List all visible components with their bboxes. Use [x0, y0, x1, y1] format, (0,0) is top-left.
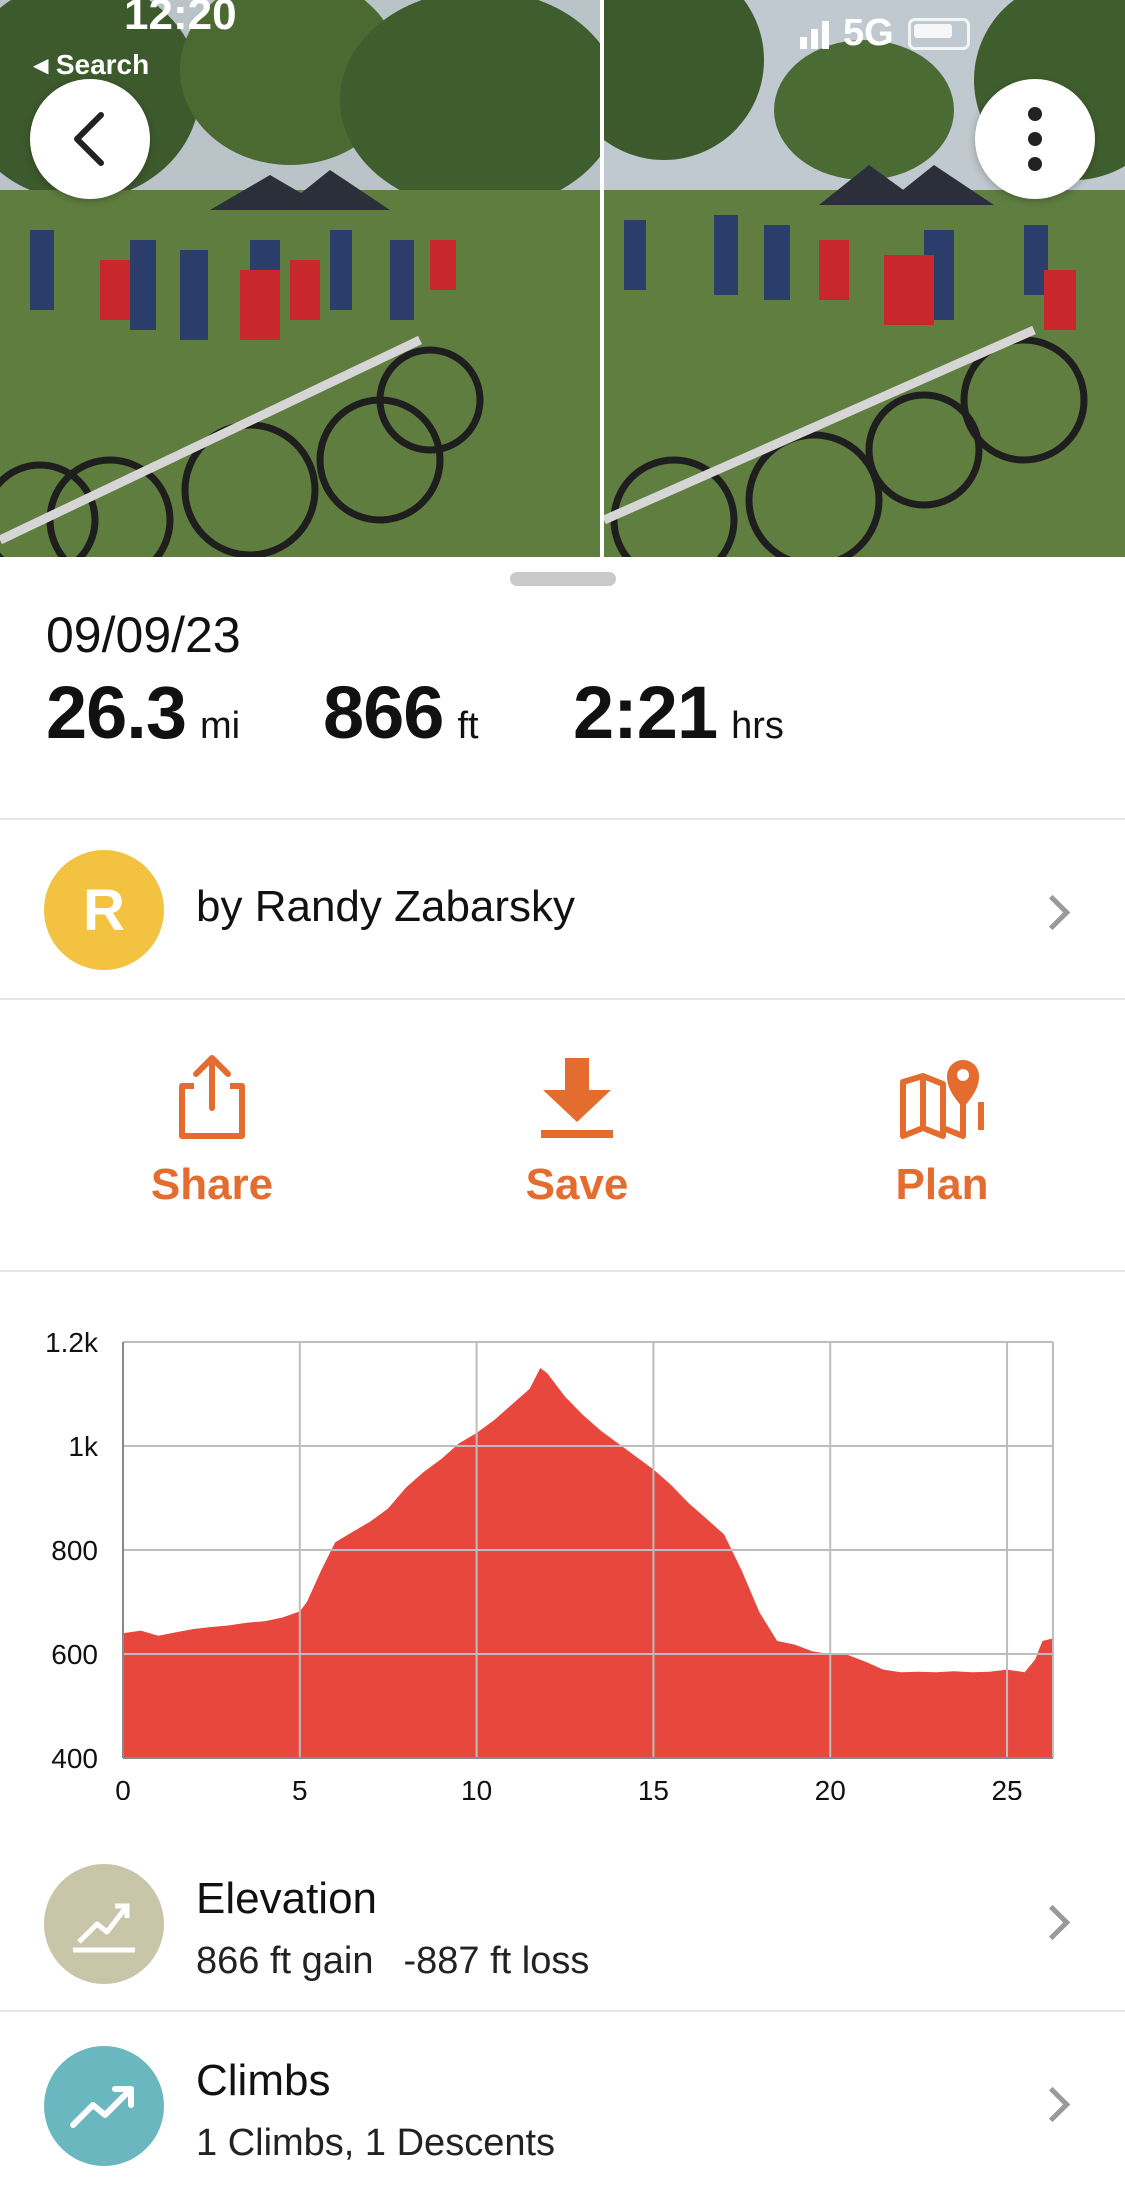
plan-button[interactable]: Plan [822, 1052, 1062, 1210]
sheet-drag-handle[interactable] [510, 572, 616, 586]
elevation-profile-chart[interactable]: 400 600 800 1k 1.2k 0 5 10 15 20 25 [0, 1320, 1125, 1806]
status-indicators: 5G [800, 12, 970, 55]
y-tick-label: 600 [51, 1639, 98, 1670]
status-time: 12:20 [124, 0, 237, 39]
share-icon [179, 1055, 245, 1139]
more-vertical-icon [1028, 107, 1042, 171]
elevation-title: Elevation [196, 1874, 378, 1923]
distance-unit: mi [200, 705, 241, 747]
elevation-chart-icon [44, 1864, 164, 1984]
battery-icon [907, 17, 970, 50]
share-button[interactable]: Share [92, 1052, 332, 1210]
duration-unit: hrs [731, 705, 784, 747]
elevation-loss: -887 ft loss [403, 1940, 590, 1982]
x-tick-label: 15 [638, 1775, 669, 1800]
y-tick-label: 1k [68, 1431, 99, 1462]
x-tick-label: 10 [461, 1775, 492, 1800]
elevation-value: 866 [323, 671, 444, 754]
chevron-right-icon [1034, 2086, 1071, 2123]
x-tick-label: 20 [815, 1775, 846, 1800]
divider [0, 1270, 1125, 1272]
elevation-stat: 866 ft [323, 670, 573, 755]
distance-value: 26.3 [46, 671, 187, 754]
download-icon [541, 1058, 613, 1138]
x-tick-label: 25 [991, 1775, 1022, 1800]
save-label: Save [525, 1160, 629, 1209]
plan-label: Plan [895, 1160, 989, 1209]
author-row[interactable]: R by Randy Zabarsky [0, 820, 1125, 998]
elevation-summary: 866 ft gain -887 ft loss [196, 1940, 589, 1983]
chevron-right-icon [1034, 1904, 1071, 1941]
route-date: 09/09/23 [46, 607, 241, 663]
share-label: Share [150, 1160, 274, 1209]
x-tick-label: 0 [115, 1775, 131, 1800]
climbs-summary: 1 Climbs, 1 Descents [196, 2122, 556, 2164]
duration-value: 2:21 [573, 671, 718, 754]
climbs-title: Climbs [196, 2056, 331, 2105]
elevation-gain: 866 ft gain [196, 1940, 374, 1982]
route-stats: 26.3 mi 866 ft 2:21 hrs [46, 670, 784, 755]
elevation-row[interactable]: Elevation 866 ft gain -887 ft loss [0, 1830, 1125, 2010]
duration-stat: 2:21 hrs [573, 670, 784, 755]
elevation-area [123, 1368, 1053, 1758]
route-photo-gallery[interactable]: 12:20 ◂ Search 5G [0, 0, 1125, 557]
climbs-row[interactable]: Climbs 1 Climbs, 1 Descents [0, 2012, 1125, 2192]
more-options-button[interactable] [975, 79, 1095, 199]
action-bar: Share Save Plan [0, 1000, 1125, 1270]
back-button[interactable] [30, 79, 150, 199]
chart-svg: 400 600 800 1k 1.2k 0 5 10 15 20 25 [45, 1327, 1054, 1806]
trending-up-icon [44, 2046, 164, 2166]
avatar: R [44, 850, 164, 970]
x-tick-label: 5 [292, 1775, 308, 1800]
elevation-unit: ft [457, 705, 479, 747]
author-name: by Randy Zabarsky [196, 882, 576, 931]
back-to-app-link[interactable]: ◂ Search [34, 48, 149, 81]
distance-stat: 26.3 mi [46, 670, 323, 755]
signal-icon [800, 19, 829, 49]
save-button[interactable]: Save [457, 1052, 697, 1210]
y-tick-label: 1.2k [45, 1327, 99, 1358]
chevron-left-icon [74, 112, 104, 166]
map-pin-icon [900, 1060, 984, 1139]
chevron-right-icon [1034, 894, 1071, 931]
network-label: 5G [843, 12, 894, 54]
y-tick-label: 400 [51, 1743, 98, 1774]
y-tick-label: 800 [51, 1535, 98, 1566]
